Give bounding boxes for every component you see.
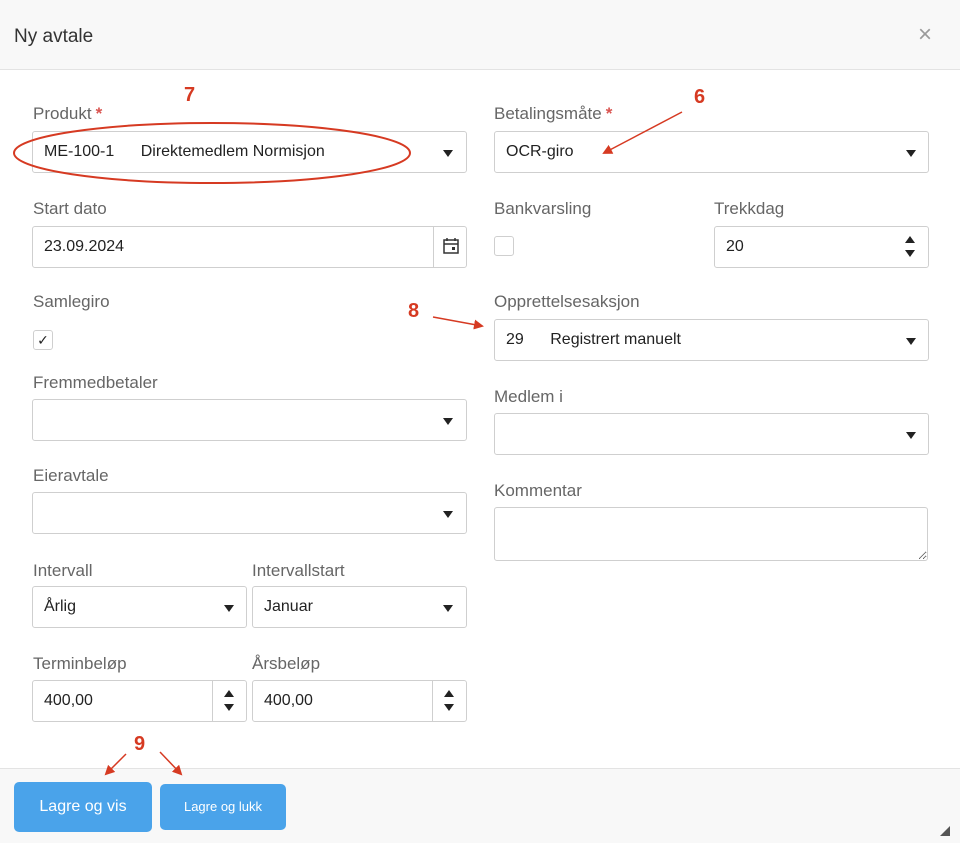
- dialog-header: Ny avtale ×: [0, 0, 960, 70]
- chevron-down-icon: [443, 605, 453, 612]
- startdato-value: 23.09.2024: [44, 238, 125, 255]
- annotation-arrow-8: [432, 316, 484, 330]
- arsbelop-value: 400,00: [264, 692, 313, 709]
- produkt-label: Produkt *: [33, 104, 102, 124]
- betalingsmate-value: OCR-giro: [506, 143, 574, 160]
- chevron-down-icon: [443, 150, 453, 157]
- trekkdag-stepper[interactable]: [894, 227, 928, 267]
- medlem-i-select[interactable]: [494, 413, 929, 455]
- intervallstart-label: Intervallstart: [252, 561, 345, 580]
- terminbelop-label: Terminbeløp: [33, 654, 127, 673]
- opprettelsesaksjon-value: 29 Registrert manuelt: [506, 331, 681, 349]
- save-and-close-button[interactable]: Lagre og lukk: [160, 784, 286, 830]
- calendar-icon[interactable]: [433, 227, 467, 267]
- chevron-down-icon: [443, 418, 453, 425]
- chevron-down-icon: [224, 605, 234, 612]
- arsbelop-label: Årsbeløp: [252, 654, 321, 673]
- intervallstart-select[interactable]: Januar: [252, 586, 467, 628]
- fremmedbetaler-label: Fremmedbetaler: [33, 373, 158, 392]
- startdato-label: Start dato: [33, 199, 107, 218]
- terminbelop-value: 400,00: [44, 692, 93, 709]
- check-icon: ✓: [37, 332, 49, 348]
- required-mark: *: [95, 104, 103, 123]
- terminbelop-input[interactable]: 400,00: [32, 680, 247, 722]
- intervallstart-value: Januar: [264, 598, 313, 615]
- chevron-down-icon: [906, 150, 916, 157]
- opprettelsesaksjon-label: Opprettelsesaksjon: [494, 292, 640, 311]
- bankvarsling-label: Bankvarsling: [494, 199, 592, 218]
- chevron-down-icon: [443, 511, 453, 518]
- arrow-down-icon[interactable]: [224, 704, 234, 711]
- produkt-label-text: Produkt: [33, 104, 92, 123]
- trekkdag-label: Trekkdag: [714, 199, 785, 218]
- betalingsmate-label: Betalingsmåte *: [494, 104, 612, 124]
- kommentar-label: Kommentar: [494, 481, 582, 500]
- eieravtale-label: Eieravtale: [33, 466, 109, 485]
- bankvarsling-checkbox[interactable]: [494, 236, 514, 256]
- trekkdag-value: 20: [726, 238, 744, 255]
- opprettelsesaksjon-code: 29: [506, 331, 524, 348]
- arrow-down-icon[interactable]: [905, 250, 915, 257]
- intervall-select[interactable]: Årlig: [32, 586, 247, 628]
- arrow-up-icon[interactable]: [444, 690, 454, 697]
- trekkdag-input[interactable]: 20: [714, 226, 929, 268]
- chevron-down-icon: [906, 338, 916, 345]
- save-and-view-button[interactable]: Lagre og vis: [14, 782, 152, 832]
- opprettelsesaksjon-name: Registrert manuelt: [550, 331, 681, 348]
- required-mark: *: [605, 104, 613, 123]
- intervall-label: Intervall: [33, 561, 93, 580]
- kommentar-textarea[interactable]: [494, 507, 928, 561]
- produkt-name: Direktemedlem Normisjon: [140, 143, 325, 160]
- arsbelop-stepper[interactable]: [432, 681, 466, 721]
- produkt-value: ME-100-1 Direktemedlem Normisjon: [44, 143, 325, 161]
- annotation-6: 6: [694, 86, 706, 108]
- arrow-up-icon[interactable]: [905, 236, 915, 243]
- close-icon[interactable]: ×: [912, 22, 938, 48]
- fremmedbetaler-select[interactable]: [32, 399, 467, 441]
- opprettelsesaksjon-select[interactable]: 29 Registrert manuelt: [494, 319, 929, 361]
- samlegiro-checkbox[interactable]: ✓: [33, 330, 53, 350]
- eieravtale-select[interactable]: [32, 492, 467, 534]
- medlem-i-label: Medlem i: [494, 387, 563, 406]
- startdato-input[interactable]: 23.09.2024: [32, 226, 467, 268]
- resize-grip-icon[interactable]: [940, 826, 950, 836]
- arrow-up-icon[interactable]: [224, 690, 234, 697]
- dialog-title: Ny avtale: [14, 26, 94, 47]
- annotation-8: 8: [408, 300, 420, 322]
- arrow-down-icon[interactable]: [444, 704, 454, 711]
- annotation-9: 9: [134, 733, 146, 755]
- arsbelop-input[interactable]: 400,00: [252, 680, 467, 722]
- betalingsmate-label-text: Betalingsmåte: [494, 104, 602, 123]
- annotation-7: 7: [184, 84, 196, 106]
- chevron-down-icon: [906, 432, 916, 439]
- terminbelop-stepper[interactable]: [212, 681, 246, 721]
- samlegiro-label: Samlegiro: [33, 292, 110, 311]
- produkt-select[interactable]: ME-100-1 Direktemedlem Normisjon: [32, 131, 467, 173]
- betalingsmate-select[interactable]: OCR-giro: [494, 131, 929, 173]
- produkt-code: ME-100-1: [44, 143, 115, 160]
- intervall-value: Årlig: [44, 598, 77, 615]
